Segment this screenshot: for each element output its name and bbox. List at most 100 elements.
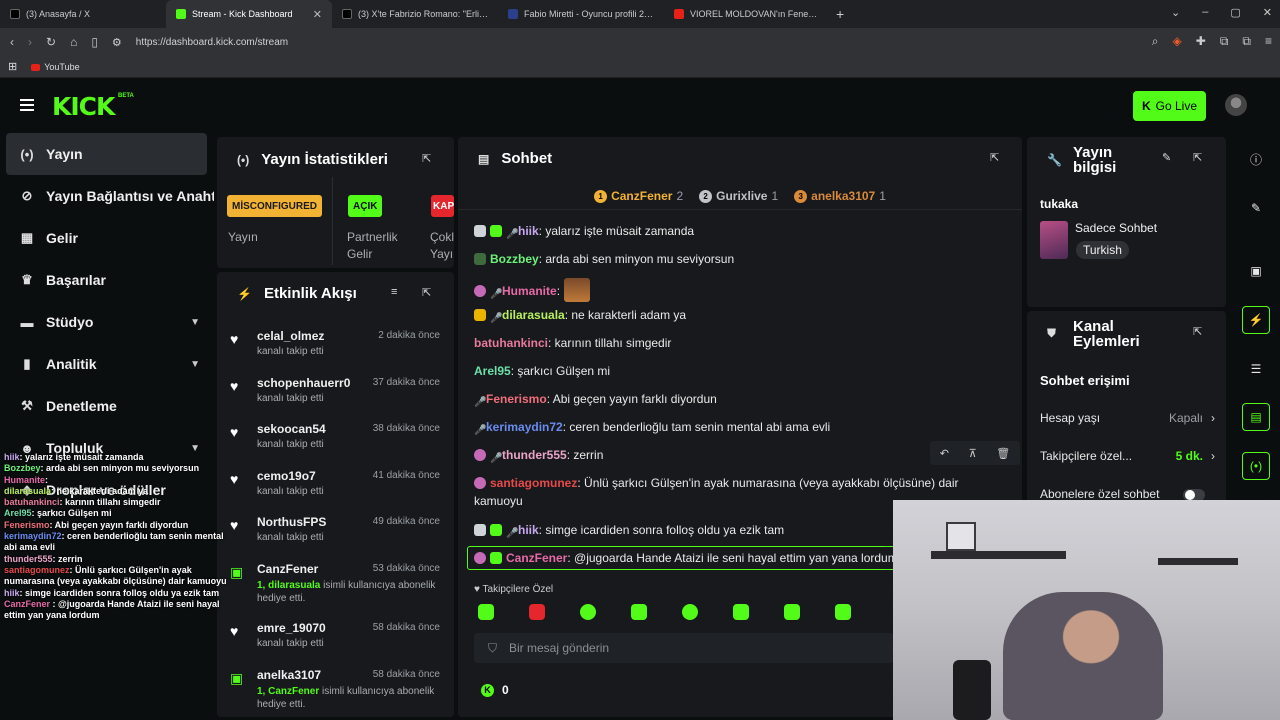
popout-icon[interactable]: ⇱ <box>422 286 431 299</box>
top-gifter[interactable]: 1 CanzFener 2 <box>594 189 683 203</box>
feed-username[interactable]: anelka3107 <box>257 668 321 682</box>
feed-username[interactable]: NorthusFPS <box>257 515 326 529</box>
tab-0[interactable]: (3) Anasayfa / X <box>0 0 166 28</box>
chat-username[interactable]: hiik <box>518 523 539 537</box>
chat-username[interactable]: Bozzbey <box>490 252 539 266</box>
kick-logo[interactable]: KICK <box>52 92 115 121</box>
feed-username[interactable]: schopenhauerr0 <box>257 376 350 390</box>
brave-shield-icon[interactable]: ◈ <box>1173 34 1182 49</box>
chat-message[interactable]: batuhankinci: karının tillahı simgedir <box>474 334 994 352</box>
sidebar-item-5[interactable]: ▮ Analitik ▼ <box>6 343 214 385</box>
avatar[interactable] <box>1225 94 1247 116</box>
pencil-icon[interactable]: ✎ <box>1242 194 1270 222</box>
zoom-icon[interactable]: ⌕ <box>1152 34 1159 49</box>
emote[interactable] <box>478 604 494 620</box>
video-icon[interactable]: ▣ <box>1242 257 1270 285</box>
chat-input[interactable]: ⛉ Bir mesaj gönderin <box>474 633 894 663</box>
sidebar-item-0[interactable]: (•) Yayın <box>6 133 207 175</box>
sidebar-item-1[interactable]: ⊘ Yayın Bağlantısı ve Anahtarı <box>6 175 214 217</box>
pin-icon[interactable]: ⊼ <box>969 447 977 460</box>
apps-grid-icon[interactable]: ⊞ <box>8 60 17 73</box>
chat-message[interactable]: 🎤thunder555: zerrin <box>474 446 994 465</box>
hamburger-menu-icon[interactable] <box>20 99 34 111</box>
home-icon[interactable]: ⌂ <box>70 35 77 49</box>
feed-username[interactable]: celal_olmez <box>257 329 324 343</box>
feed-username[interactable]: emre_19070 <box>257 621 326 635</box>
chat-message[interactable]: 🎤kerimaydin72: ceren benderlioğlu tam se… <box>474 418 994 437</box>
setting-row[interactable]: Hesap yaşı Kapalı › <box>1040 411 1215 425</box>
popout-icon[interactable]: ⇱ <box>1193 151 1202 164</box>
bookmark-youtube[interactable]: YouTube <box>31 62 80 72</box>
chat-message[interactable]: 🎤Fenerismo: Abi geçen yayın farklı diyor… <box>474 390 994 409</box>
chat-username[interactable]: Arel95 <box>474 364 511 378</box>
top-gifter[interactable]: 2 Gurixlive 1 <box>699 189 778 203</box>
extension-icon[interactable]: ✚ <box>1196 34 1206 49</box>
edit-icon[interactable]: ✎ <box>1162 151 1171 164</box>
tab-3[interactable]: Fabio Miretti - Oyuncu profili 26/27 | <box>498 0 664 28</box>
chat-username[interactable]: hiik <box>518 224 539 238</box>
back-icon[interactable]: ‹ <box>10 35 14 49</box>
feed-username[interactable]: sekoocan54 <box>257 422 326 436</box>
shield-icon[interactable]: ⛉ <box>488 641 497 656</box>
chat-username[interactable]: thunder555 <box>502 448 567 462</box>
sidebar-item-6[interactable]: ⚒ Denetleme <box>6 385 214 427</box>
info-icon[interactable]: ⓘ <box>1242 145 1270 173</box>
new-tab-icon[interactable]: + <box>836 6 844 22</box>
lightning-icon[interactable]: ⚡ <box>1242 306 1270 334</box>
list-icon[interactable]: ☰ <box>1242 355 1270 383</box>
emote[interactable] <box>580 604 596 620</box>
broadcast-icon[interactable]: (•) <box>1242 452 1270 480</box>
emote[interactable] <box>733 604 749 620</box>
tab-4[interactable]: VIOREL MOLDOVAN'ın Fenerbahçe'd <box>664 0 830 28</box>
profile-icon[interactable]: ⧉ <box>1242 34 1251 49</box>
reply-icon[interactable]: ↶ <box>940 447 949 460</box>
emote[interactable] <box>682 604 698 620</box>
forward-icon[interactable]: › <box>28 35 32 49</box>
chat-username[interactable]: Humanite <box>502 284 557 298</box>
close-icon[interactable]: ✕ <box>1263 6 1272 19</box>
emote[interactable] <box>529 604 545 620</box>
tab-2[interactable]: (3) X'te Fabrizio Romano: "Erling Haalan… <box>332 0 498 28</box>
reload-icon[interactable]: ↻ <box>46 35 56 49</box>
minimize-icon[interactable]: – <box>1202 6 1208 19</box>
popout-icon[interactable]: ⇱ <box>1193 325 1202 338</box>
tab-1[interactable]: Stream - Kick Dashboard ✕ <box>166 0 332 28</box>
site-settings-icon[interactable]: ⚙ <box>112 36 122 49</box>
chat-username[interactable]: santiagomunez <box>490 476 577 490</box>
chat-message[interactable]: 🎤dilarasuala: ne karakterli adam ya <box>474 306 994 325</box>
popout-icon[interactable]: ⇱ <box>990 151 999 164</box>
emote[interactable] <box>631 604 647 620</box>
delete-icon[interactable]: 🗑 <box>996 447 1010 460</box>
maximize-icon[interactable]: ▢ <box>1230 6 1240 19</box>
chat-username[interactable]: kerimaydin72 <box>486 420 563 434</box>
gift-recipient[interactable]: 1, dilarasuala <box>257 580 320 591</box>
chat-username[interactable]: dilarasuala <box>502 308 565 322</box>
go-live-button[interactable]: K Go Live <box>1133 91 1206 121</box>
popout-icon[interactable]: ⇱ <box>422 152 431 165</box>
sidebar-item-2[interactable]: ▦ Gelir <box>6 217 214 259</box>
url-field[interactable]: https://dashboard.kick.com/stream <box>136 37 288 48</box>
chat-message[interactable]: 🎤hiik: yalarız işte müsait zamanda <box>474 222 994 241</box>
chat-message[interactable]: santiagomunez: Ünlü şarkıcı Gülşen'in ay… <box>474 474 994 492</box>
chat-message[interactable]: Arel95: şarkıcı Gülşen mi <box>474 362 994 380</box>
chat-message[interactable]: Bozzbey: arda abi sen minyon mu seviyors… <box>474 250 994 268</box>
close-tab-icon[interactable]: ✕ <box>313 8 322 21</box>
extensions-icon[interactable]: ⧉ <box>1220 34 1229 49</box>
emote[interactable] <box>784 604 800 620</box>
top-gifter[interactable]: 3 anelka3107 1 <box>794 189 886 203</box>
points-display[interactable]: K 0 <box>481 683 509 697</box>
filter-icon[interactable]: ≡ <box>391 286 397 298</box>
feed-username[interactable]: CanzFener <box>257 562 318 576</box>
chat-icon[interactable]: ▤ <box>1242 403 1270 431</box>
chat-username[interactable]: batuhankinci <box>474 336 548 350</box>
chat-username[interactable]: Fenerismo <box>486 392 547 406</box>
feed-username[interactable]: cemo19o7 <box>257 469 316 483</box>
chevron-down-icon[interactable]: ⌄ <box>1171 6 1180 19</box>
setting-row[interactable]: Takipçilere özel... 5 dk. › <box>1040 449 1215 463</box>
menu-icon[interactable]: ≡ <box>1265 34 1272 49</box>
gift-recipient[interactable]: 1, CanzFener <box>257 686 319 697</box>
emote[interactable] <box>835 604 851 620</box>
sidebar-item-4[interactable]: ▬ Stüdyo ▼ <box>6 301 214 343</box>
sidebar-item-3[interactable]: ♛ Başarılar <box>6 259 214 301</box>
bookmark-icon[interactable]: ▯ <box>91 35 98 49</box>
